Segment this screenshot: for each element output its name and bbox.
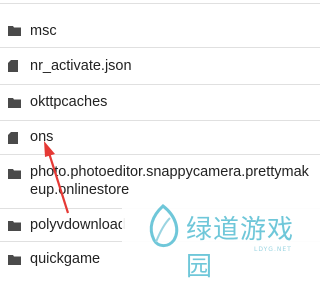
- file-icon: [8, 60, 20, 72]
- list-item-okttpcaches[interactable]: okttpcaches: [0, 85, 320, 121]
- folder-icon: [8, 97, 21, 109]
- folder-icon: [8, 254, 21, 266]
- list-item-partial[interactable]: [0, 0, 320, 4]
- watermark-subtitle: LDYG.NET: [254, 246, 292, 253]
- file-name: ons: [30, 129, 54, 145]
- file-name: photo.photoeditor.snappycamera.prettymak…: [30, 164, 309, 198]
- watermark-title: 绿道游戏园: [186, 215, 295, 282]
- folder-icon: [8, 220, 21, 232]
- list-item-msc[interactable]: msc: [0, 15, 320, 48]
- file-icon: [8, 132, 20, 144]
- list-item-nr-activate-json[interactable]: nr_activate.json: [0, 48, 320, 85]
- folder-icon: [8, 168, 21, 180]
- leaf-logo-icon: [149, 204, 179, 248]
- file-name: okttpcaches: [30, 94, 108, 110]
- folder-icon: [8, 25, 21, 37]
- list-item-ons[interactable]: ons: [0, 121, 320, 155]
- file-name: msc: [30, 23, 57, 39]
- file-name: nr_activate.json: [30, 58, 132, 74]
- watermark: 绿道游戏园 LDYG.NET: [122, 196, 320, 282]
